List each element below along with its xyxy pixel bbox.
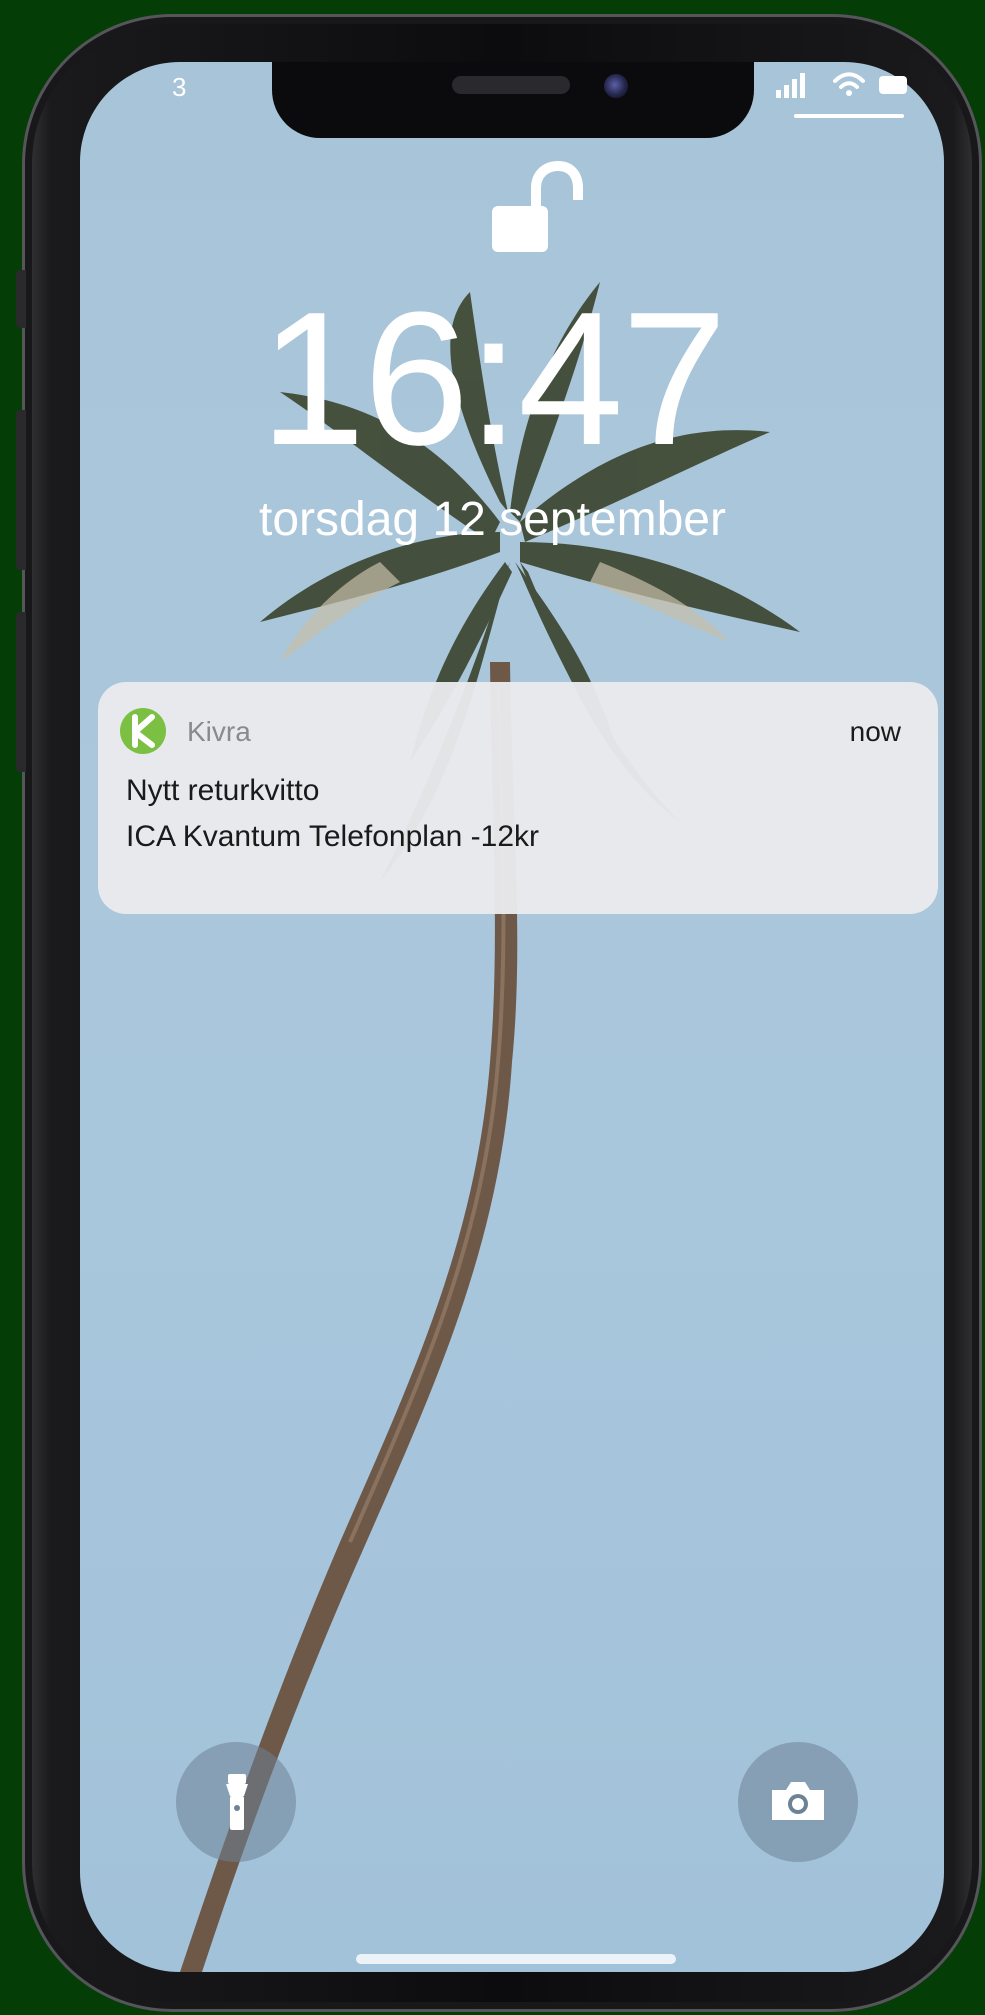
volume-down-button bbox=[16, 612, 26, 772]
flashlight-button[interactable] bbox=[176, 1742, 296, 1862]
unlocked-padlock-icon bbox=[492, 160, 583, 252]
notification-body: ICA Kvantum Telefonplan -12kr bbox=[126, 820, 540, 853]
notification-title: Nytt returkvitto bbox=[126, 774, 320, 807]
kivra-k-icon bbox=[132, 714, 155, 748]
control-center-indicator[interactable] bbox=[794, 114, 904, 118]
earpiece-speaker bbox=[452, 76, 570, 94]
front-camera bbox=[604, 74, 628, 98]
notification-app-name: Kivra bbox=[187, 716, 251, 747]
battery-icon bbox=[879, 76, 907, 94]
carrier-indicator: 3 bbox=[172, 72, 187, 102]
lock-screen-clock: 16:47 bbox=[259, 273, 727, 485]
home-indicator[interactable] bbox=[356, 1954, 676, 1964]
notification-timestamp: now bbox=[849, 716, 901, 747]
camera-icon bbox=[772, 1782, 824, 1820]
notification-card[interactable]: Kivra now Nytt returkvitto ICA Kvantum T… bbox=[98, 682, 938, 914]
kivra-app-icon bbox=[120, 708, 166, 754]
wifi-icon bbox=[833, 72, 865, 96]
lock-screen-date: torsdag 12 september bbox=[259, 493, 726, 546]
notch bbox=[272, 62, 754, 138]
flashlight-icon bbox=[226, 1774, 248, 1830]
camera-button[interactable] bbox=[738, 1742, 858, 1862]
